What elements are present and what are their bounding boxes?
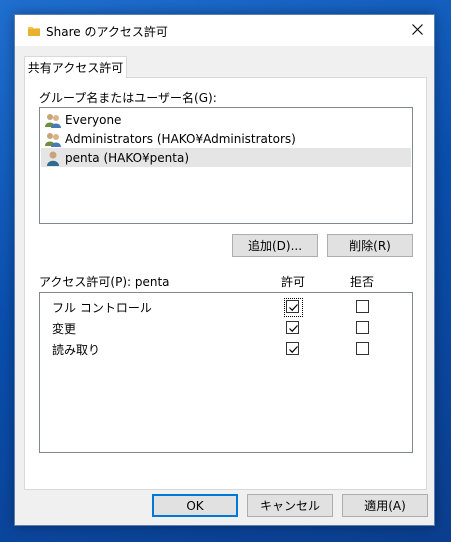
user-name: Everyone — [65, 112, 122, 127]
group-icon — [45, 112, 61, 128]
check-icon — [289, 346, 298, 354]
users-list[interactable]: Everyone Administrators (HAKO¥Administra… — [39, 107, 413, 224]
apply-button[interactable]: 適用(A) — [342, 494, 428, 517]
window-title: Share のアクセス許可 — [46, 25, 168, 39]
check-icon — [289, 304, 298, 312]
group-icon — [45, 131, 61, 147]
deny-checkbox-full-control[interactable] — [356, 300, 369, 313]
list-item-administrators[interactable]: Administrators (HAKO¥Administrators) — [41, 129, 411, 148]
deny-header: 拒否 — [350, 275, 375, 289]
tab-share-permissions[interactable]: 共有アクセス許可 — [24, 56, 127, 78]
permissions-dialog: Share のアクセス許可 共有アクセス許可 グループ名またはユーザー名(G):… — [14, 14, 435, 526]
check-icon — [289, 325, 298, 333]
allow-checkbox-change[interactable] — [286, 321, 299, 334]
button-bar: OK キャンセル 適用(A) — [15, 491, 434, 525]
ok-button[interactable]: OK — [152, 494, 238, 517]
permission-name: 読み取り — [52, 343, 101, 357]
permissions-label: アクセス許可(P): penta — [39, 275, 170, 289]
add-button[interactable]: 追加(D)... — [232, 234, 318, 257]
remove-button[interactable]: 削除(R) — [327, 234, 413, 257]
list-item-penta[interactable]: penta (HAKO¥penta) — [41, 148, 411, 167]
allow-header: 許可 — [281, 275, 306, 289]
close-button[interactable] — [400, 15, 434, 46]
permissions-list: フル コントロール 変更 読み取り — [39, 292, 413, 453]
deny-checkbox-read[interactable] — [356, 342, 369, 355]
users-label: グループ名またはユーザー名(G): — [39, 91, 217, 105]
allow-checkbox-read[interactable] — [286, 342, 299, 355]
user-name: Administrators (HAKO¥Administrators) — [65, 131, 296, 146]
close-icon — [411, 23, 423, 38]
tab-label: 共有アクセス許可 — [27, 61, 124, 75]
cancel-button[interactable]: キャンセル — [247, 494, 333, 517]
permission-name: 変更 — [52, 322, 77, 336]
list-item-everyone[interactable]: Everyone — [41, 110, 411, 129]
deny-checkbox-change[interactable] — [356, 321, 369, 334]
permission-name: フル コントロール — [52, 301, 152, 315]
user-name: penta (HAKO¥penta) — [65, 150, 190, 165]
folder-icon — [28, 25, 40, 36]
title-bar[interactable]: Share のアクセス許可 — [15, 15, 434, 46]
user-icon — [45, 150, 61, 166]
allow-checkbox-full-control[interactable] — [286, 300, 299, 313]
